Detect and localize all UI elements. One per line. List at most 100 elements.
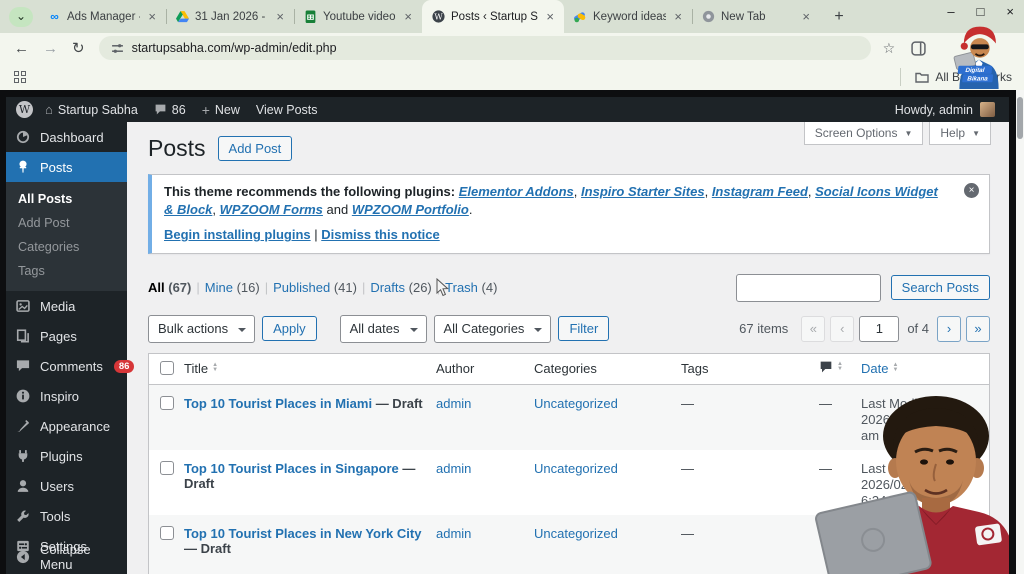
- window-close-button[interactable]: ×: [1006, 4, 1014, 19]
- row-checkbox[interactable]: [160, 460, 174, 475]
- author-link[interactable]: admin: [436, 461, 471, 476]
- prev-page-button[interactable]: ‹: [830, 315, 855, 342]
- sidebar-item-users[interactable]: Users: [6, 471, 127, 501]
- sort-date-header[interactable]: Date ▲ ▼: [861, 361, 898, 376]
- svg-text:W: W: [434, 11, 443, 21]
- dismiss-notice-icon[interactable]: ×: [964, 183, 979, 198]
- notice-plugin-link[interactable]: Instagram Feed: [712, 184, 808, 199]
- sidebar-item-inspiro[interactable]: Inspiro: [6, 381, 127, 411]
- category-link[interactable]: Uncategorized: [534, 526, 618, 541]
- sidebar-item-posts[interactable]: Posts: [6, 152, 127, 182]
- browser-tab[interactable]: ∞ Ads Manager - Ma ×: [38, 0, 166, 33]
- all-dates-select[interactable]: All dates: [339, 314, 427, 343]
- sidebar-item-pages[interactable]: Pages: [6, 321, 127, 351]
- scrollbar-thumb[interactable]: [1017, 97, 1023, 139]
- tab-close-icon[interactable]: ×: [544, 9, 556, 24]
- view-filter-link[interactable]: Drafts (26): [370, 280, 431, 295]
- sidebar-item-tools[interactable]: Tools: [6, 501, 127, 531]
- menu-icon: [16, 550, 30, 564]
- browser-tab[interactable]: 31 Jan 2026 - Goo ×: [166, 0, 294, 33]
- post-title-link[interactable]: Top 10 Tourist Places in New York City: [184, 526, 421, 541]
- menu-icon: [17, 510, 29, 522]
- submenu-item-all-posts[interactable]: All Posts: [6, 187, 127, 211]
- author-link[interactable]: admin: [436, 396, 471, 411]
- screen-options-button[interactable]: Screen Options ▼: [803, 122, 924, 145]
- window-minimize-button[interactable]: –: [947, 4, 954, 19]
- filter-button[interactable]: Filter: [558, 316, 610, 342]
- apps-grid-icon[interactable]: [14, 70, 26, 83]
- howdy-text[interactable]: Howdy, admin: [895, 103, 973, 117]
- tab-favicon: [574, 12, 586, 23]
- tab-close-icon[interactable]: ×: [274, 9, 286, 24]
- admin-bar-new[interactable]: + New: [202, 102, 240, 118]
- page-scrollbar[interactable]: [1016, 90, 1024, 574]
- bookmark-star-icon[interactable]: ☆: [883, 40, 896, 57]
- view-filter-link[interactable]: Mine (16): [205, 280, 260, 295]
- help-button[interactable]: Help ▼: [929, 122, 991, 145]
- tab-close-icon[interactable]: ×: [146, 9, 158, 24]
- address-bar[interactable]: startupsabha.com/wp-admin/edit.php: [98, 36, 871, 60]
- tab-close-icon[interactable]: ×: [672, 9, 684, 24]
- last-page-button[interactable]: »: [966, 315, 990, 342]
- category-link[interactable]: Uncategorized: [534, 461, 618, 476]
- view-filter-link[interactable]: All (67): [148, 280, 191, 295]
- submenu-item-tags[interactable]: Tags: [6, 259, 127, 283]
- browser-tab[interactable]: Youtube videos co ×: [294, 0, 422, 33]
- view-filter-link[interactable]: Trash (4): [445, 280, 497, 295]
- browser-tab[interactable]: New Tab ×: [692, 0, 820, 33]
- notice-plugin-link[interactable]: WPZOOM Forms: [220, 202, 323, 217]
- add-post-button[interactable]: Add Post: [217, 136, 293, 161]
- menu-icon: [17, 419, 29, 432]
- row-checkbox[interactable]: [160, 525, 174, 540]
- first-page-button[interactable]: «: [801, 315, 826, 342]
- tab-close-icon[interactable]: ×: [800, 9, 812, 24]
- tab-search-button[interactable]: ⌄: [9, 7, 33, 27]
- post-title-link[interactable]: Top 10 Tourist Places in Miami: [184, 396, 372, 411]
- chevron-down-icon: [534, 327, 543, 336]
- menu-icon: [16, 300, 30, 312]
- reload-button[interactable]: ↻: [72, 39, 85, 57]
- submenu-item-add-post[interactable]: Add Post: [6, 211, 127, 235]
- new-tab-button[interactable]: +: [828, 8, 850, 26]
- forward-button[interactable]: →: [43, 40, 58, 57]
- apply-button[interactable]: Apply: [262, 316, 317, 342]
- sort-comments-header[interactable]: ▲ ▼: [819, 361, 843, 373]
- submenu-item-categories[interactable]: Categories: [6, 235, 127, 259]
- sidebar-item-appearance[interactable]: Appearance: [6, 411, 127, 441]
- admin-bar-comments[interactable]: 86: [154, 103, 186, 117]
- site-info-icon[interactable]: [111, 42, 124, 55]
- admin-bar-view-posts[interactable]: View Posts: [256, 103, 318, 117]
- search-posts-button[interactable]: Search Posts: [890, 275, 990, 301]
- author-link[interactable]: admin: [436, 526, 471, 541]
- wordpress-logo-icon[interactable]: W: [16, 101, 33, 118]
- browser-tab[interactable]: W Posts ‹ Startup Sab ×: [422, 0, 564, 33]
- bulk-actions-select[interactable]: Bulk actions: [148, 314, 256, 343]
- sort-title-header[interactable]: Title ▲ ▼: [184, 361, 218, 376]
- sidebar-item-plugins[interactable]: Plugins: [6, 441, 127, 471]
- row-checkbox[interactable]: [160, 395, 174, 410]
- post-title-link[interactable]: Top 10 Tourist Places in Singapore: [184, 461, 399, 476]
- current-page-input[interactable]: [859, 315, 900, 342]
- side-panel-icon[interactable]: [911, 40, 926, 56]
- admin-bar-site-name[interactable]: ⌂ Startup Sabha: [45, 102, 138, 117]
- notice-action-install[interactable]: Begin installing plugins: [164, 227, 311, 242]
- search-input[interactable]: [735, 273, 881, 302]
- next-page-button[interactable]: ›: [937, 315, 961, 342]
- notice-action-dismiss[interactable]: Dismiss this notice: [321, 227, 439, 242]
- sidebar-item-dashboard[interactable]: Dashboard: [6, 122, 127, 152]
- notice-plugin-link[interactable]: WPZOOM Portfolio: [352, 202, 469, 217]
- browser-tab[interactable]: Keyword ideas - M ×: [564, 0, 692, 33]
- back-button[interactable]: ←: [14, 40, 29, 57]
- all-categories-select[interactable]: All Categories: [433, 314, 552, 343]
- window-maximize-button[interactable]: □: [977, 4, 985, 19]
- notice-plugin-link[interactable]: Elementor Addons: [459, 184, 574, 199]
- author-header: Author: [436, 360, 475, 376]
- category-link[interactable]: Uncategorized: [534, 396, 618, 411]
- view-filter-link[interactable]: Published (41): [273, 280, 357, 295]
- sidebar-item-media[interactable]: Media: [6, 291, 127, 321]
- sidebar-item-comments[interactable]: Comments 86: [6, 351, 135, 381]
- notice-plugin-link[interactable]: Inspiro Starter Sites: [581, 184, 705, 199]
- select-all-checkbox[interactable]: [160, 360, 174, 375]
- sidebar-collapse-menu[interactable]: Collapse Menu: [6, 535, 127, 574]
- tab-close-icon[interactable]: ×: [402, 9, 414, 24]
